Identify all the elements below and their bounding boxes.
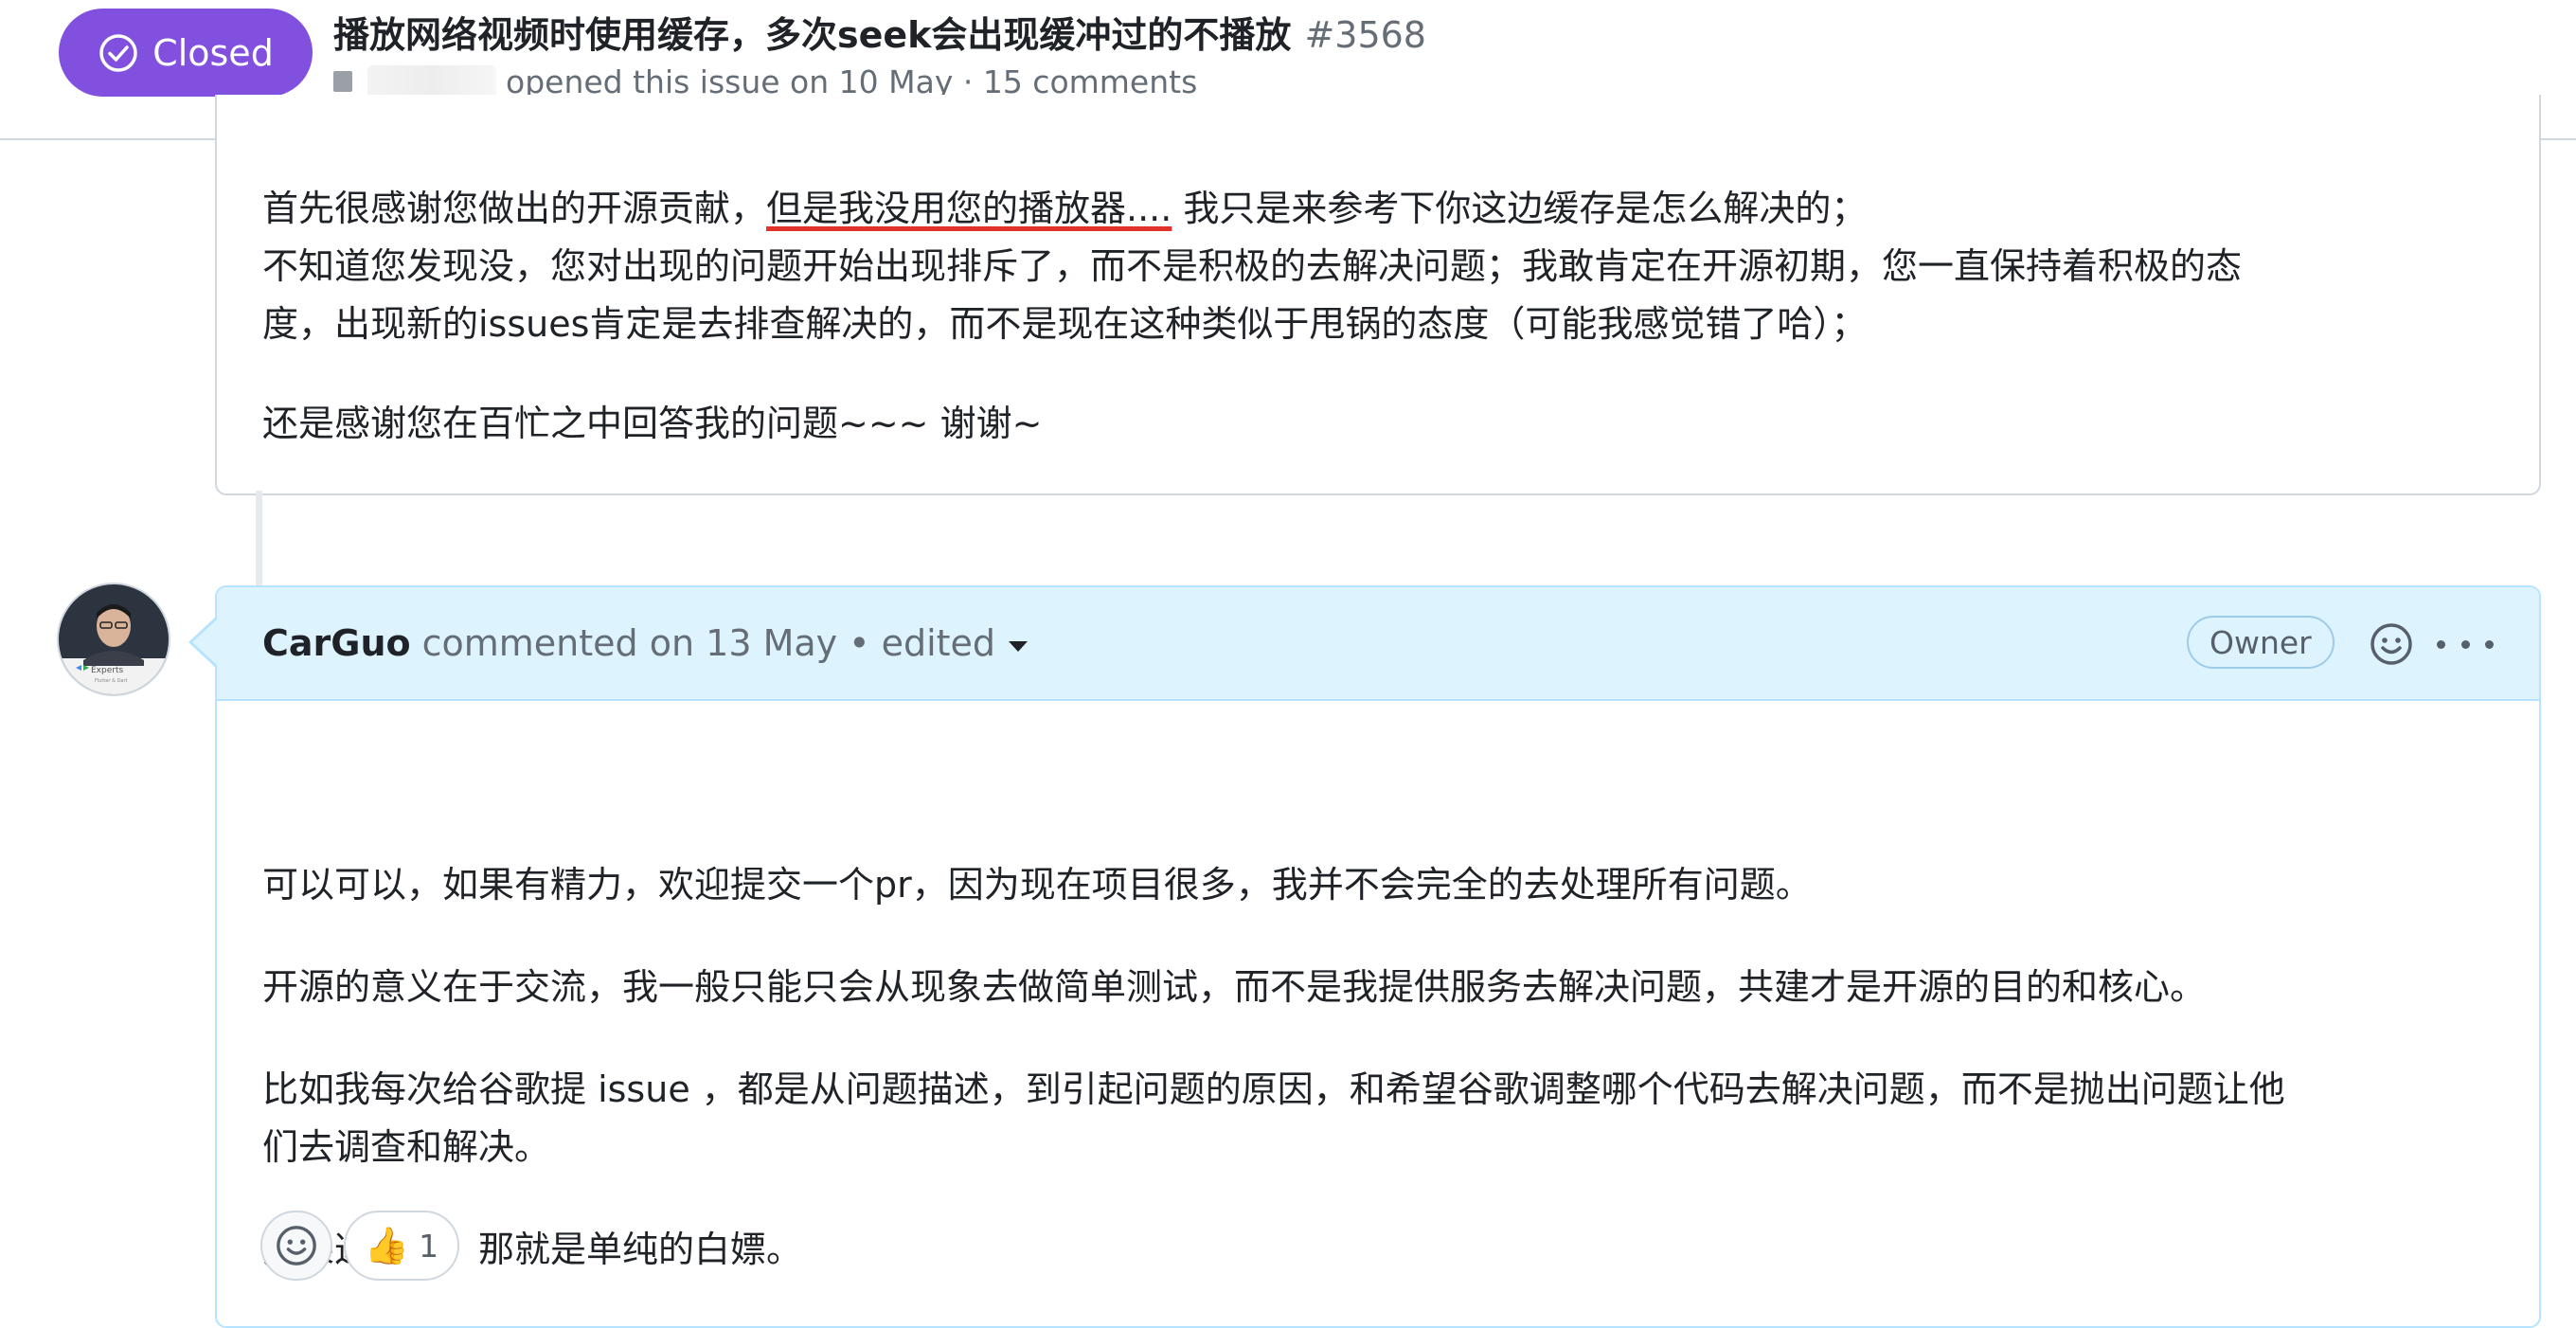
edited-history-dropdown[interactable]: edited bbox=[881, 622, 1029, 664]
comment-line: 还是感谢您在百忙之中回答我的问题~~~ 谢谢~ bbox=[262, 403, 1043, 444]
comment-card: CarGuo commented on 13 May • edited Owne… bbox=[188, 585, 2541, 1328]
avatar[interactable]: Experts Flutter & Dart bbox=[57, 583, 170, 696]
comment-line: 首先很感谢您做出的开源贡献，但是我没用您的播放器.... 我只是来参考下你这边缓… bbox=[262, 180, 1867, 238]
thumbs-up-reaction[interactable]: 👍 1 bbox=[344, 1211, 459, 1281]
add-reaction-button[interactable] bbox=[260, 1211, 332, 1281]
issue-state-label: Closed bbox=[152, 31, 274, 74]
issue-number: #3568 bbox=[1304, 14, 1426, 56]
comment-card: 首先很感谢您做出的开源贡献，但是我没用您的播放器.... 我只是来参考下你这边缓… bbox=[215, 95, 2541, 495]
author-avatar[interactable] bbox=[333, 71, 352, 92]
author-name-redacted[interactable] bbox=[367, 65, 496, 98]
owner-label: Owner bbox=[2187, 616, 2334, 669]
issue-title: 播放网络视频时使用缓存，多次seek会出现缓冲过的不播放 #3568 bbox=[333, 6, 1426, 56]
comment-paragraph: 可以可以，如果有精力，欢迎提交一个pr，因为现在项目很多，我并不会完全的去处理所… bbox=[262, 864, 1812, 906]
comment-paragraph: 开源的意义在于交流，我一般只能只会从现象去做简单测试，而不是我提供服务去解决问题… bbox=[262, 966, 2207, 1008]
timeline-connector bbox=[256, 491, 262, 585]
comment-timestamp[interactable]: commented on 13 May bbox=[422, 622, 838, 664]
smiley-icon[interactable] bbox=[2369, 621, 2414, 667]
comment-header-info: CarGuo commented on 13 May • edited bbox=[262, 587, 1029, 699]
issue-title-text: 播放网络视频时使用缓存，多次seek会出现缓冲过的不播放 bbox=[333, 14, 1292, 56]
smiley-icon bbox=[277, 1226, 316, 1265]
check-circle-icon bbox=[99, 33, 137, 72]
comment-line: 不知道您发现没，您对出现的问题开始出现排斥了，而不是积极的去解决问题；我敢肯定在… bbox=[262, 245, 2243, 287]
comment-paragraph: 们去调查和解决。 bbox=[262, 1126, 551, 1168]
separator-dot: • bbox=[849, 622, 870, 664]
comment-paragraph: 比如我每次给谷歌提 issue ，都是从问题描述，到引起问题的原因，和希望谷歌调… bbox=[262, 1068, 2285, 1110]
edited-label: edited bbox=[881, 622, 996, 664]
chevron-down-icon bbox=[1009, 640, 1029, 652]
issue-state-badge[interactable]: Closed bbox=[59, 9, 313, 97]
kebab-horizontal-icon[interactable] bbox=[2437, 621, 2494, 667]
avatar-image: Experts Flutter & Dart bbox=[59, 584, 169, 694]
comment-text: 首先很感谢您做出的开源贡献， bbox=[262, 188, 767, 229]
underlined-text: 但是我没用您的播放器.... bbox=[766, 188, 1172, 229]
thumbs-up-icon: 👍 bbox=[364, 1225, 410, 1266]
avatar-subcaption: Flutter & Dart bbox=[95, 678, 128, 684]
comment-pointer-fill bbox=[192, 619, 218, 666]
avatar-caption: Experts bbox=[91, 666, 123, 675]
comment-line: 度，出现新的issues肯定是去排查解决的，而不是现在这种类似于甩锅的态度（可能… bbox=[262, 303, 1868, 345]
comment-header: CarGuo commented on 13 May • edited Owne… bbox=[188, 587, 2539, 701]
comment-author[interactable]: CarGuo bbox=[262, 622, 411, 664]
comment-text: 我只是来参考下你这边缓存是怎么解决的； bbox=[1172, 188, 1868, 229]
reaction-count: 1 bbox=[419, 1227, 439, 1265]
